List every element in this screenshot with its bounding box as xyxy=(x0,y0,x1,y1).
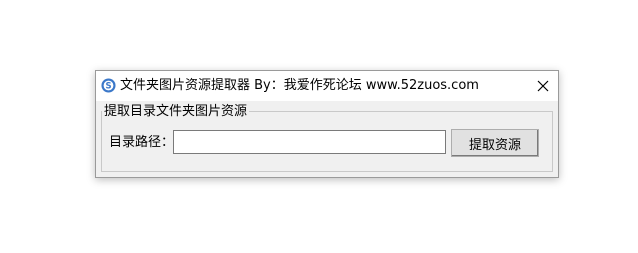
directory-path-input[interactable] xyxy=(173,130,446,154)
close-icon xyxy=(537,80,549,92)
groupbox-legend: 提取目录文件夹图片资源 xyxy=(102,104,250,119)
extract-resources-button[interactable]: 提取资源 xyxy=(451,129,539,157)
svg-text:S: S xyxy=(105,81,111,91)
close-button[interactable] xyxy=(528,71,558,101)
app-window: S 文件夹图片资源提取器 By：我爱作死论坛 www.52zuos.com 提取… xyxy=(95,70,559,178)
window-title: 文件夹图片资源提取器 By：我爱作死论坛 www.52zuos.com xyxy=(120,78,479,93)
title-bar[interactable]: S 文件夹图片资源提取器 By：我爱作死论坛 www.52zuos.com xyxy=(96,71,558,101)
app-logo-icon: S xyxy=(101,78,116,93)
directory-path-label: 目录路径： xyxy=(109,135,175,150)
